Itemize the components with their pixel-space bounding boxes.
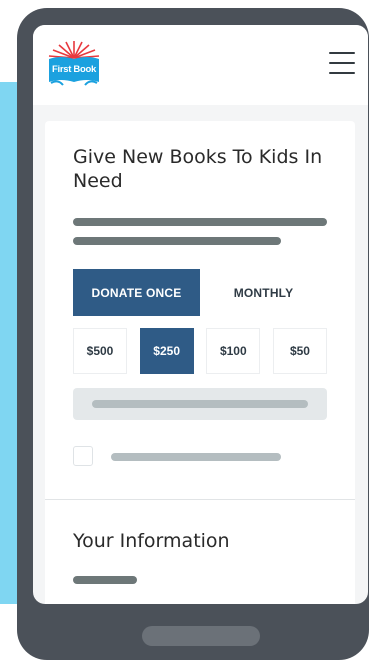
amount-250-button[interactable]: $250 bbox=[139, 328, 194, 374]
phone-screen: First Book Give New Books To Kids In Nee… bbox=[33, 25, 368, 604]
menu-line bbox=[329, 62, 355, 64]
hamburger-menu-icon[interactable] bbox=[329, 52, 355, 74]
input-placeholder-line bbox=[92, 400, 308, 408]
description-placeholder-line bbox=[73, 237, 281, 245]
form-title: Give New Books To Kids In Need bbox=[73, 146, 323, 192]
logo-text: First Book bbox=[52, 64, 96, 75]
amount-500-button[interactable]: $500 bbox=[73, 328, 127, 374]
section-placeholder-line bbox=[73, 576, 137, 584]
section-divider bbox=[45, 499, 355, 500]
phone-home-button bbox=[142, 626, 260, 646]
monthly-button[interactable]: MONTHLY bbox=[200, 269, 327, 316]
custom-amount-input[interactable] bbox=[73, 388, 327, 420]
description-placeholder-line bbox=[73, 218, 327, 226]
amount-options: $500 $250 $100 $50 bbox=[73, 328, 327, 374]
donate-once-button[interactable]: DONATE ONCE bbox=[73, 269, 200, 316]
first-book-logo[interactable]: First Book bbox=[46, 39, 102, 91]
menu-line bbox=[329, 52, 355, 54]
frequency-toggle: DONATE ONCE MONTHLY bbox=[73, 269, 327, 316]
your-information-heading: Your Information bbox=[73, 530, 230, 552]
option-checkbox[interactable] bbox=[73, 446, 93, 466]
donation-form-card: Give New Books To Kids In Need DONATE ON… bbox=[45, 121, 355, 604]
app-header: First Book bbox=[33, 25, 368, 105]
menu-line bbox=[329, 72, 355, 74]
checkbox-label-placeholder-line bbox=[111, 453, 281, 461]
amount-100-button[interactable]: $100 bbox=[206, 328, 261, 374]
amount-50-button[interactable]: $50 bbox=[272, 328, 327, 374]
